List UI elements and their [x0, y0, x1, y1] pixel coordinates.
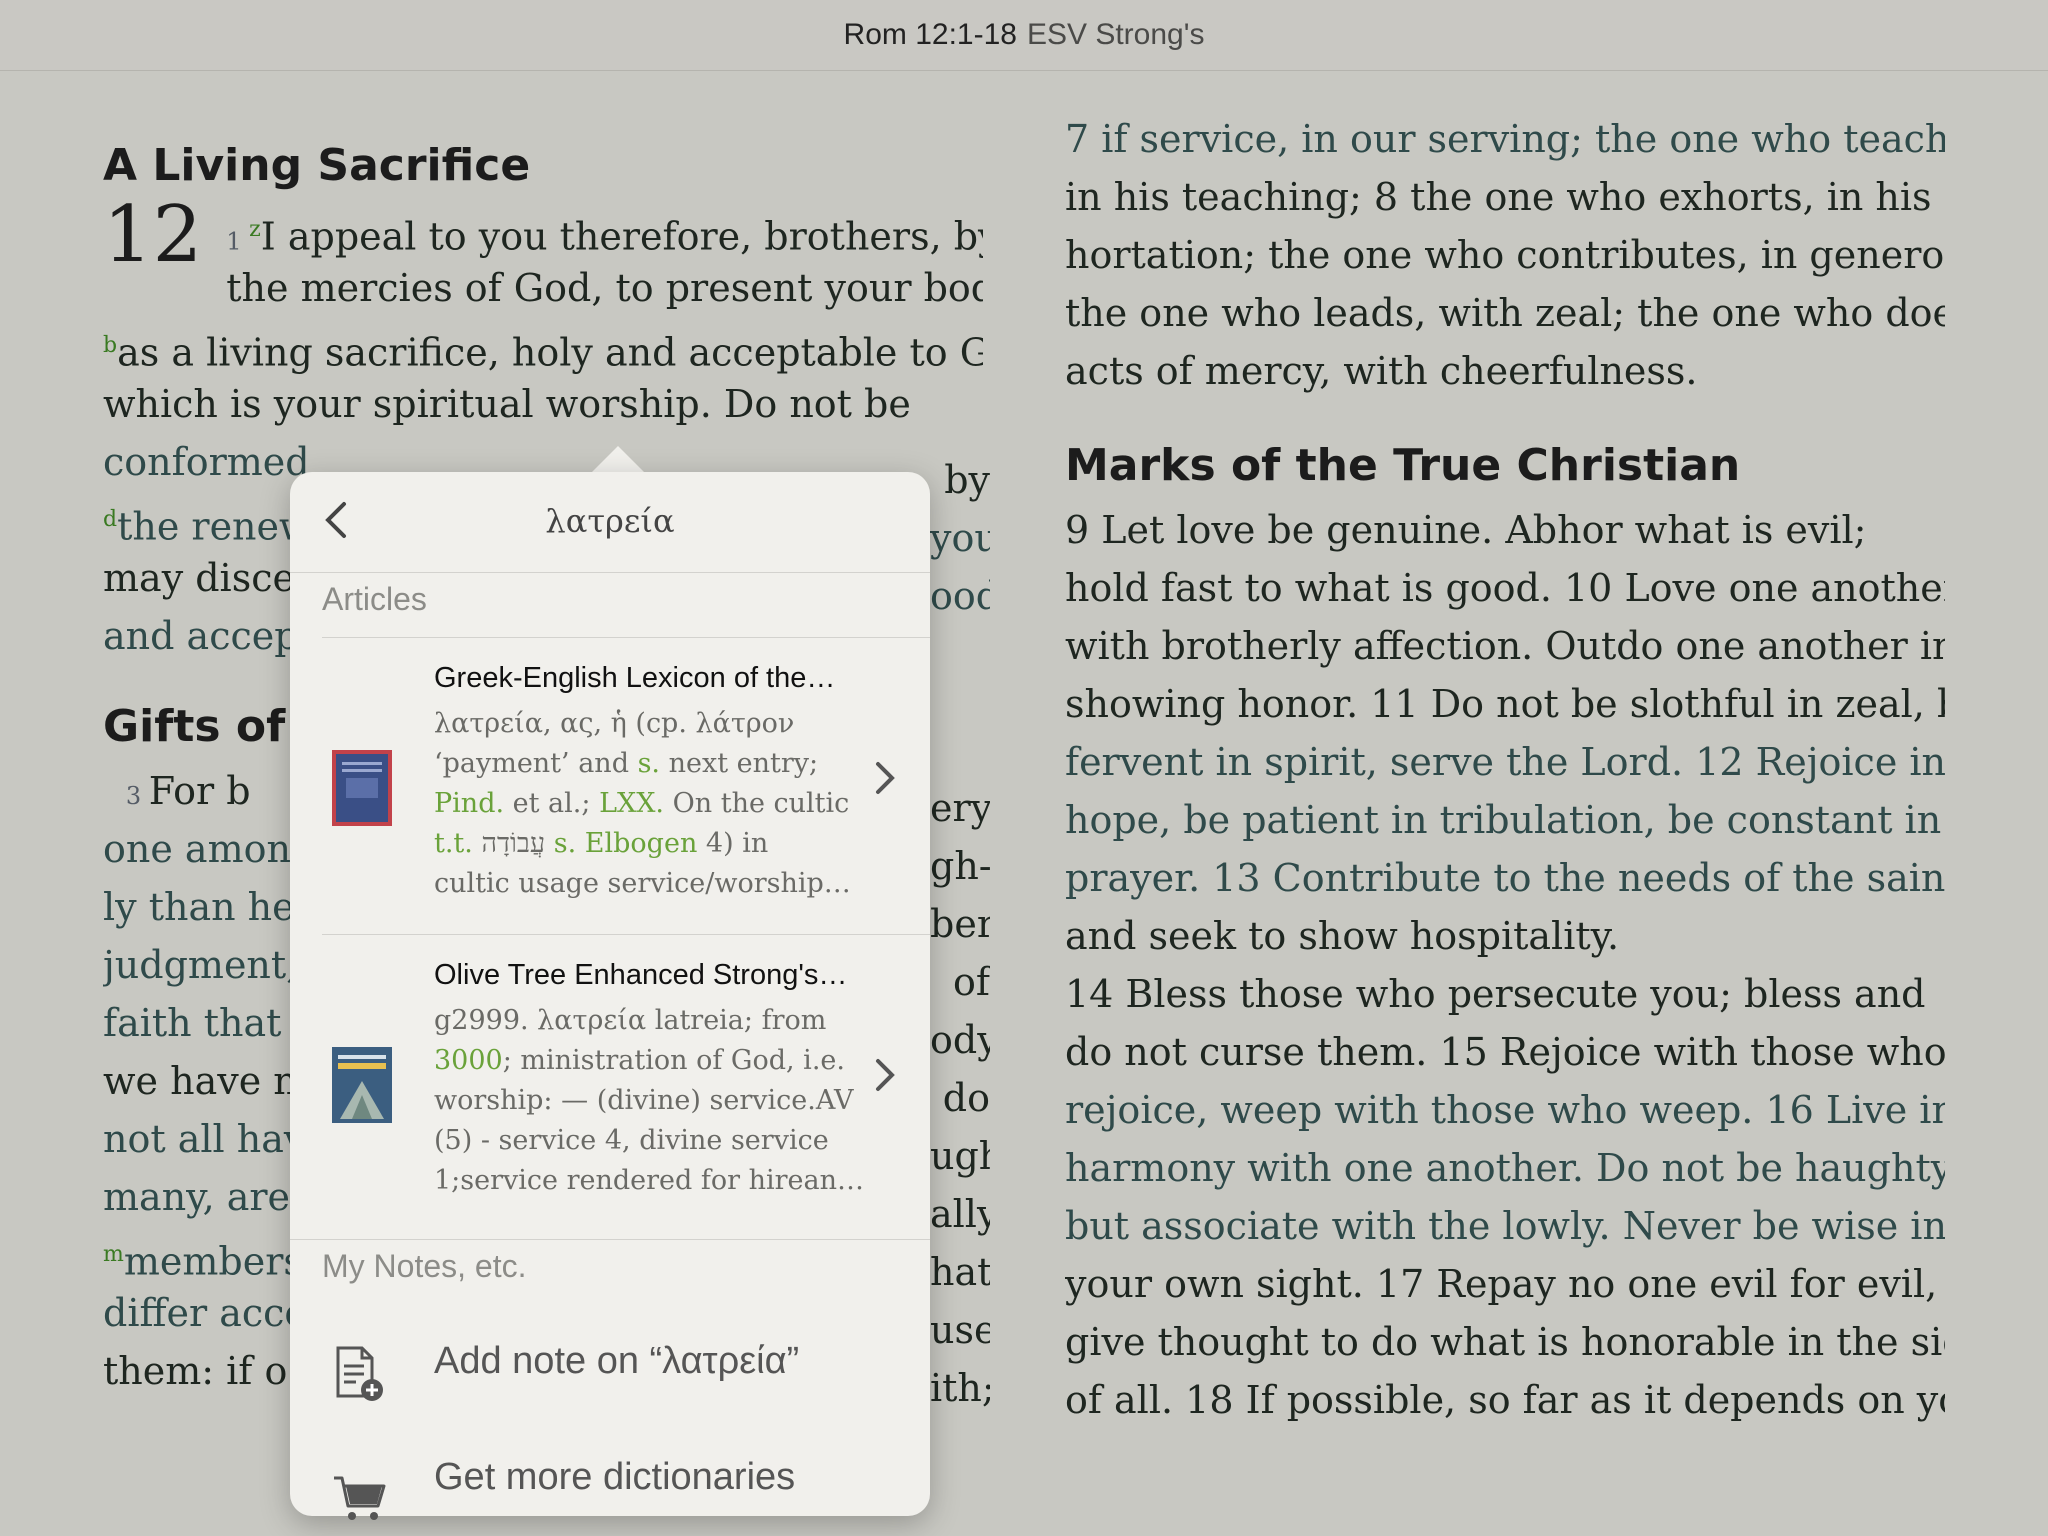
article-title: Greek-English Lexicon of the…: [434, 662, 836, 694]
verse-line[interactable]: hope, be patient in tribulation, be cons…: [1065, 791, 1945, 849]
shopping-cart-icon: [334, 1476, 386, 1520]
verse-line[interactable]: in his teaching; 8 the one who exhorts, …: [1065, 168, 1945, 226]
notes-section: My Notes, etc. Add note on “λατρεία” Get…: [290, 1239, 930, 1536]
verse-line[interactable]: which is your spiritual worship. Do not …: [103, 375, 983, 433]
verse-line[interactable]: fervent in spirit, serve the Lord. 12 Re…: [1065, 733, 1945, 791]
popover-title: λατρεία: [545, 502, 675, 540]
strongs-number-link[interactable]: 3000: [434, 1045, 503, 1076]
verse-line[interactable]: hold fast to what is good. 10 Love one a…: [1065, 559, 1945, 617]
verse-line[interactable]: bas a living sacrifice, holy and accepta…: [103, 317, 983, 375]
add-note-button[interactable]: Add note on “λατρεία”: [290, 1304, 930, 1420]
chevron-right-icon: [870, 756, 900, 811]
notes-section-label: My Notes, etc.: [322, 1248, 527, 1284]
verse-line[interactable]: harmony with one another. Do not be haug…: [1065, 1139, 1945, 1197]
verse-line[interactable]: of all. 18 If possible, so far as it dep…: [1065, 1371, 1945, 1429]
bible-version[interactable]: ESV Strong's: [1027, 18, 1204, 51]
chapter-block: 12 1 zI appeal to you therefore, brother…: [103, 195, 983, 317]
article-excerpt: g2999. λατρεία latreia; from 3000; minis…: [434, 1005, 865, 1196]
chevron-right-icon: [870, 1053, 900, 1108]
verse-line[interactable]: and seek to show hospitality.: [1065, 907, 1945, 965]
popover-arrow: [590, 446, 646, 474]
verse-line[interactable]: 9 Let love be genuine. Abhor what is evi…: [1065, 501, 1945, 559]
verse-line[interactable]: the one who leads, with zeal; the one wh…: [1065, 284, 1945, 342]
article-excerpt: λατρεία, ας, ἡ (cp. λάτρον ‘payment’ and…: [434, 708, 851, 899]
article-title: Olive Tree Enhanced Strong's…: [434, 959, 848, 991]
articles-section-label: Articles: [322, 581, 427, 617]
cross-reference-link[interactable]: s.: [638, 748, 660, 779]
popover-header: λατρεία: [290, 472, 930, 573]
verse-line[interactable]: give thought to do what is honorable in …: [1065, 1313, 1945, 1371]
get-more-dictionaries-button[interactable]: Get more dictionaries: [290, 1420, 930, 1536]
add-note-icon: [336, 1346, 383, 1401]
verse-line[interactable]: prayer. 13 Contribute to the needs of th…: [1065, 849, 1945, 907]
right-text-column: 7 if service, in our serving; the one wh…: [1065, 110, 1945, 1429]
verse-line[interactable]: hortation; the one who contributes, in g…: [1065, 226, 1945, 284]
add-note-label: Add note on “λατρεία”: [434, 1340, 800, 1382]
verse-line[interactable]: 14 Bless those who persecute you; bless …: [1065, 965, 1945, 1023]
title-bar: Rom 12:1-18 ESV Strong's: [0, 0, 2048, 71]
verse-line[interactable]: with brotherly affection. Outdo one anot…: [1065, 617, 1945, 675]
left-column-right-edge: by you ood ery- gh- ber of ody do ugh al…: [930, 458, 990, 1410]
verse-line[interactable]: your own sight. 17 Repay no one evil for…: [1065, 1255, 1945, 1313]
verse-line[interactable]: acts of mercy, with cheerfulness.: [1065, 342, 1945, 400]
abbreviation-link[interactable]: t.t.: [434, 828, 473, 859]
passage-reference[interactable]: Rom 12:1-18: [844, 18, 1017, 52]
verse-line[interactable]: but associate with the lowly. Never be w…: [1065, 1197, 1945, 1255]
reference-link[interactable]: s. Elbogen: [554, 828, 698, 859]
article-row[interactable]: Olive Tree Enhanced Strong's… g2999. λατ…: [322, 934, 930, 1231]
word-lookup-popover: λατρεία Articles Greek-English Lexicon o…: [290, 472, 930, 1520]
abbreviation-link[interactable]: LXX.: [599, 788, 664, 819]
section-heading: Marks of the True Christian: [1065, 440, 1741, 491]
verse-line[interactable]: 7 if service, in our serving; the one wh…: [1065, 110, 1945, 168]
strongs-dictionary-cover-icon: [332, 1047, 392, 1123]
chapter-number: 12: [103, 190, 203, 280]
section-heading: A Living Sacrifice: [103, 140, 531, 191]
verse-line[interactable]: showing honor. 11 Do not be slothful in …: [1065, 675, 1945, 733]
verse-line[interactable]: do not curse them. 15 Rejoice with those…: [1065, 1023, 1945, 1081]
verse-line[interactable]: rejoice, weep with those who weep. 16 Li…: [1065, 1081, 1945, 1139]
abbreviation-link[interactable]: Pind.: [434, 788, 504, 819]
verse-line[interactable]: 1 zI appeal to you therefore, brothers, …: [226, 201, 983, 259]
article-row[interactable]: Greek-English Lexicon of the… λατρεία, α…: [322, 637, 930, 934]
verse-line[interactable]: the mercies of God, to present your bodi…: [226, 259, 983, 317]
get-more-dictionaries-label: Get more dictionaries: [434, 1456, 796, 1498]
lexicon-cover-icon: [332, 750, 392, 826]
